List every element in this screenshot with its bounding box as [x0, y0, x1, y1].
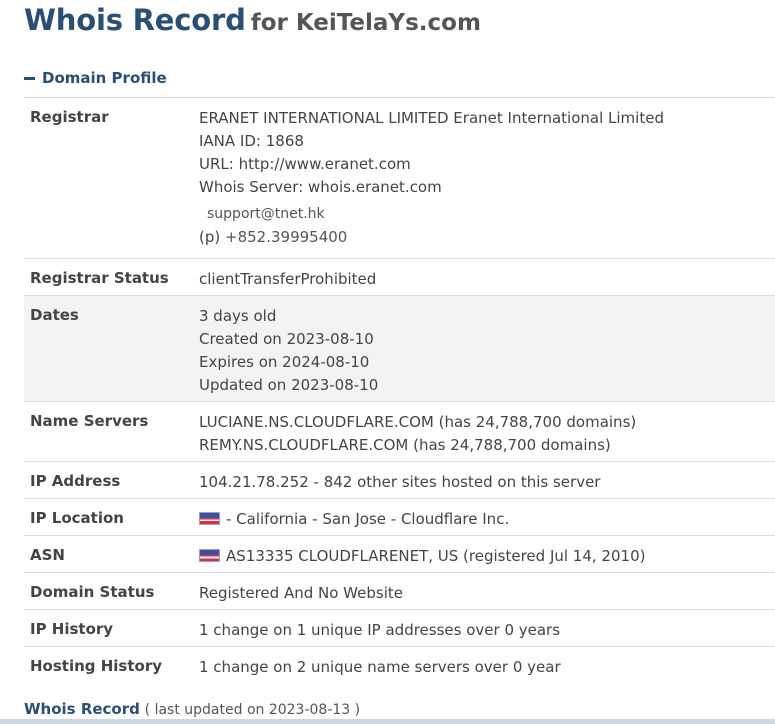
ip-address-value: 104.21.78.252 - 842 other sites hosted o… — [199, 473, 601, 491]
bottom-divider — [0, 719, 775, 724]
row-hosting-history: Hosting History 1 change on 2 unique nam… — [24, 647, 775, 684]
ip-location-text: - California - San Jose - Cloudflare Inc… — [226, 510, 510, 528]
whois-record-link[interactable]: Whois Record — [24, 700, 140, 718]
asn-value: AS13335 CLOUDFLARENET, US (registered Ju… — [199, 545, 775, 568]
row-label: Dates — [30, 306, 79, 324]
row-value: LUCIANE.NS.CLOUDFLARE.COM (has 24,788,70… — [199, 402, 775, 461]
row-value: 3 days old Created on 2023-08-10 Expires… — [199, 296, 775, 401]
row-label: ASN — [30, 546, 65, 564]
phone-prefix: (p) — [199, 228, 221, 246]
phone-number: +852.39995400 — [225, 228, 348, 246]
row-label: IP History — [30, 620, 114, 638]
row-value: 1 change on 1 unique IP addresses over 0… — [199, 610, 775, 646]
page-title: Whois Record for KeiTelaYs.com — [24, 6, 481, 35]
row-registrar-status: Registrar Status clientTransferProhibite… — [24, 259, 775, 296]
iana-id: IANA ID: 1868 — [199, 132, 304, 150]
domain-profile-toggle[interactable]: Domain Profile — [24, 68, 167, 88]
registrar-name: ERANET INTERNATIONAL LIMITED Eranet Inte… — [199, 109, 664, 127]
row-registrar: Registrar ERANET INTERNATIONAL LIMITED E… — [24, 98, 775, 259]
row-value: clientTransferProhibited — [199, 259, 775, 295]
ip-history-value: 1 change on 1 unique IP addresses over 0… — [199, 621, 561, 639]
registrar-phone: (p) +852.39995400 — [199, 226, 775, 249]
row-label: Domain Status — [30, 583, 155, 601]
whois-server: Whois Server: whois.eranet.com — [199, 178, 442, 196]
asn-text: AS13335 CLOUDFLARENET, US (registered Ju… — [226, 547, 646, 565]
name-server-1: LUCIANE.NS.CLOUDFLARE.COM (has 24,788,70… — [199, 413, 637, 431]
row-label: Registrar Status — [30, 269, 169, 287]
expires-date: Expires on 2024-08-10 — [199, 353, 370, 371]
row-label: Hosting History — [30, 657, 163, 675]
us-flag-icon — [199, 512, 220, 525]
last-updated-note: ( last updated on 2023-08-13 ) — [144, 702, 361, 718]
registrar-email: support@tnet.hk — [207, 206, 325, 222]
row-ip-address: IP Address 104.21.78.252 - 842 other sit… — [24, 462, 775, 499]
domain-age: 3 days old — [199, 307, 277, 325]
row-label: Name Servers — [30, 412, 149, 430]
row-value: 104.21.78.252 - 842 other sites hosted o… — [199, 462, 775, 498]
created-date: Created on 2023-08-10 — [199, 330, 374, 348]
row-value: Registered And No Website — [199, 573, 775, 609]
section-title[interactable]: Domain Profile — [42, 69, 167, 87]
row-label: IP Location — [30, 509, 124, 527]
row-ip-history: IP History 1 change on 1 unique IP addre… — [24, 610, 775, 647]
registrar-url: URL: http://www.eranet.com — [199, 155, 411, 173]
row-label: IP Address — [30, 472, 121, 490]
row-value: - California - San Jose - Cloudflare Inc… — [199, 499, 775, 535]
domain-status-value: Registered And No Website — [199, 584, 403, 602]
domain-profile-table: Registrar ERANET INTERNATIONAL LIMITED E… — [24, 97, 775, 684]
row-value: 1 change on 2 unique name servers over 0… — [199, 647, 775, 684]
page-title-domain: for KeiTelaYs.com — [250, 10, 481, 36]
registrar-status-value: clientTransferProhibited — [199, 270, 377, 288]
row-name-servers: Name Servers LUCIANE.NS.CLOUDFLARE.COM (… — [24, 402, 775, 462]
page-title-main: Whois Record — [24, 3, 246, 37]
hosting-history-value: 1 change on 2 unique name servers over 0… — [199, 658, 561, 676]
minus-icon[interactable] — [24, 76, 35, 80]
row-asn: ASN AS13335 CLOUDFLARENET, US (registere… — [24, 536, 775, 573]
row-dates: Dates 3 days old Created on 2023-08-10 E… — [24, 296, 775, 402]
row-value: AS13335 CLOUDFLARENET, US (registered Ju… — [199, 536, 775, 572]
ip-location-value: - California - San Jose - Cloudflare Inc… — [199, 508, 775, 531]
whois-record-footer: Whois Record ( last updated on 2023-08-1… — [24, 700, 360, 718]
us-flag-icon — [199, 549, 220, 562]
row-ip-location: IP Location - California - San Jose - Cl… — [24, 499, 775, 536]
name-server-2: REMY.NS.CLOUDFLARE.COM (has 24,788,700 d… — [199, 436, 611, 454]
row-domain-status: Domain Status Registered And No Website — [24, 573, 775, 610]
row-label: Registrar — [30, 108, 109, 126]
row-value: ERANET INTERNATIONAL LIMITED Eranet Inte… — [199, 98, 775, 258]
updated-date: Updated on 2023-08-10 — [199, 376, 379, 394]
